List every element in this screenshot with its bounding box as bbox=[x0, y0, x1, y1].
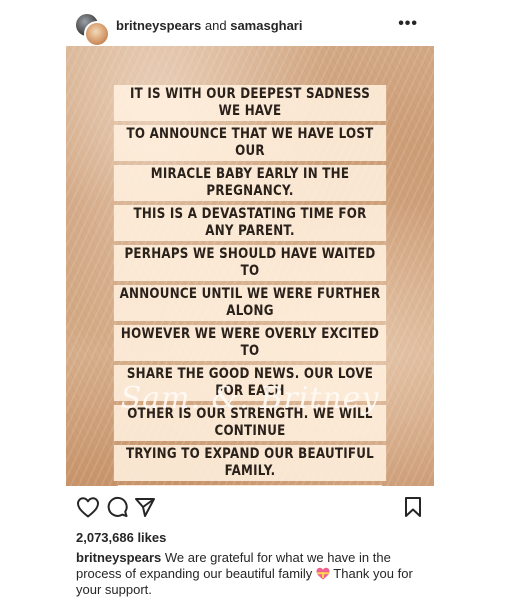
share-icon[interactable] bbox=[134, 496, 156, 523]
username-link[interactable]: britneyspears bbox=[116, 18, 201, 33]
username-link[interactable]: samasghari bbox=[230, 18, 302, 33]
avatar[interactable] bbox=[84, 21, 110, 47]
instagram-post: britneyspears and samasghari ••• IT IS W… bbox=[66, 0, 434, 600]
announcement-line: ANNOUNCE UNTIL WE WERE FURTHER ALONG bbox=[113, 285, 387, 321]
announcement-line: THIS IS A DEVASTATING TIME FOR ANY PAREN… bbox=[113, 205, 387, 241]
signature-text: Sam. &. Britney bbox=[120, 381, 380, 416]
post-header: britneyspears and samasghari ••• bbox=[66, 8, 434, 47]
announcement-line: HOWEVER WE WERE OVERLY EXCITED TO bbox=[113, 325, 387, 361]
caption-username[interactable]: britneyspears bbox=[76, 550, 161, 565]
heart-icon[interactable] bbox=[76, 496, 100, 523]
bookmark-icon[interactable] bbox=[404, 496, 422, 523]
announcement-text: IT IS WITH OUR DEEPEST SADNESS WE HAVE TO… bbox=[84, 83, 416, 486]
heart-with-ribbon-icon bbox=[316, 567, 330, 580]
announcement-line: WE ARE GRATEFUL FOR ALL OF YOUR bbox=[117, 485, 383, 486]
announcement-line: MIRACLE BABY EARLY IN THE PREGNANCY. bbox=[113, 165, 387, 201]
likes-count[interactable]: 2,073,686 likes bbox=[76, 530, 166, 545]
post-image[interactable]: IT IS WITH OUR DEEPEST SADNESS WE HAVE TO… bbox=[66, 46, 434, 486]
authors-joiner: and bbox=[204, 18, 227, 33]
announcement-line: TRYING TO EXPAND OUR BEAUTIFUL FAMILY. bbox=[113, 445, 387, 481]
avatar-stack[interactable] bbox=[74, 12, 110, 47]
action-bar bbox=[66, 492, 434, 522]
comment-icon[interactable] bbox=[106, 496, 128, 523]
post-authors: britneyspears and samasghari bbox=[116, 18, 302, 33]
announcement-line: IT IS WITH OUR DEEPEST SADNESS WE HAVE bbox=[113, 85, 387, 121]
announcement-line: PERHAPS WE SHOULD HAVE WAITED TO bbox=[113, 245, 387, 281]
announcement-line: TO ANNOUNCE THAT WE HAVE LOST OUR bbox=[113, 125, 387, 161]
post-caption: britneyspears We are grateful for what w… bbox=[76, 550, 426, 598]
more-options-icon[interactable]: ••• bbox=[398, 15, 418, 33]
